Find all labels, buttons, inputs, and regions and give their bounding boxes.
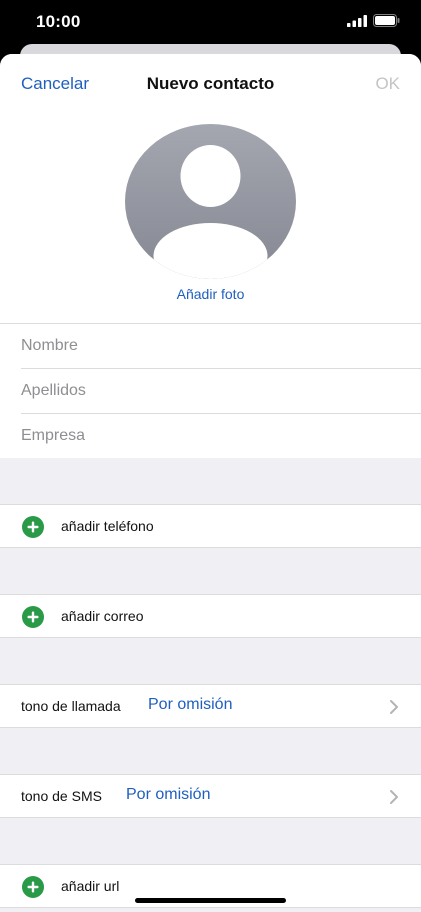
add-url-label: añadir url	[61, 878, 120, 894]
ringtone-row[interactable]: tono de llamada Por omisión	[0, 684, 421, 728]
status-time: 10:00	[36, 12, 81, 31]
new-contact-sheet: Cancelar Nuevo contacto OK Añadir foto N…	[0, 54, 421, 912]
plus-circle-icon	[22, 516, 44, 538]
first-name-input[interactable]	[21, 324, 401, 368]
ok-button[interactable]: OK	[375, 74, 400, 94]
name-fields	[0, 323, 421, 458]
plus-circle-icon	[22, 606, 44, 628]
plus-circle-icon	[22, 876, 44, 898]
chevron-right-icon	[390, 700, 398, 714]
battery-icon	[373, 14, 400, 27]
person-placeholder-icon[interactable]	[125, 124, 296, 279]
home-indicator[interactable]	[135, 898, 286, 903]
ringtone-value: Por omisión	[148, 696, 233, 713]
sms-tone-row[interactable]: tono de SMS Por omisión	[0, 774, 421, 818]
add-phone-row[interactable]: añadir teléfono	[0, 504, 421, 548]
cellular-signal-icon	[347, 15, 367, 27]
last-name-input[interactable]	[21, 369, 401, 413]
add-photo-link[interactable]: Añadir foto	[0, 286, 421, 302]
chevron-right-icon	[390, 790, 398, 804]
page-title: Nuevo contacto	[146, 74, 275, 93]
company-input[interactable]	[21, 414, 401, 458]
sms-tone-value: Por omisión	[126, 786, 211, 803]
last-name-row	[21, 369, 421, 414]
first-name-row	[21, 324, 421, 369]
add-phone-label: añadir teléfono	[61, 518, 154, 534]
status-bar: 10:00	[0, 0, 421, 44]
notch	[107, 0, 314, 30]
ringtone-label: tono de llamada	[21, 698, 121, 714]
sms-tone-label: tono de SMS	[21, 788, 102, 804]
add-email-row[interactable]: añadir correo	[0, 594, 421, 638]
company-row	[21, 414, 421, 458]
header-area: Cancelar Nuevo contacto OK Añadir foto	[0, 54, 421, 324]
screen: 10:00 Cancelar Nuevo contacto OK Añadir …	[0, 0, 421, 912]
add-email-label: añadir correo	[61, 608, 144, 624]
